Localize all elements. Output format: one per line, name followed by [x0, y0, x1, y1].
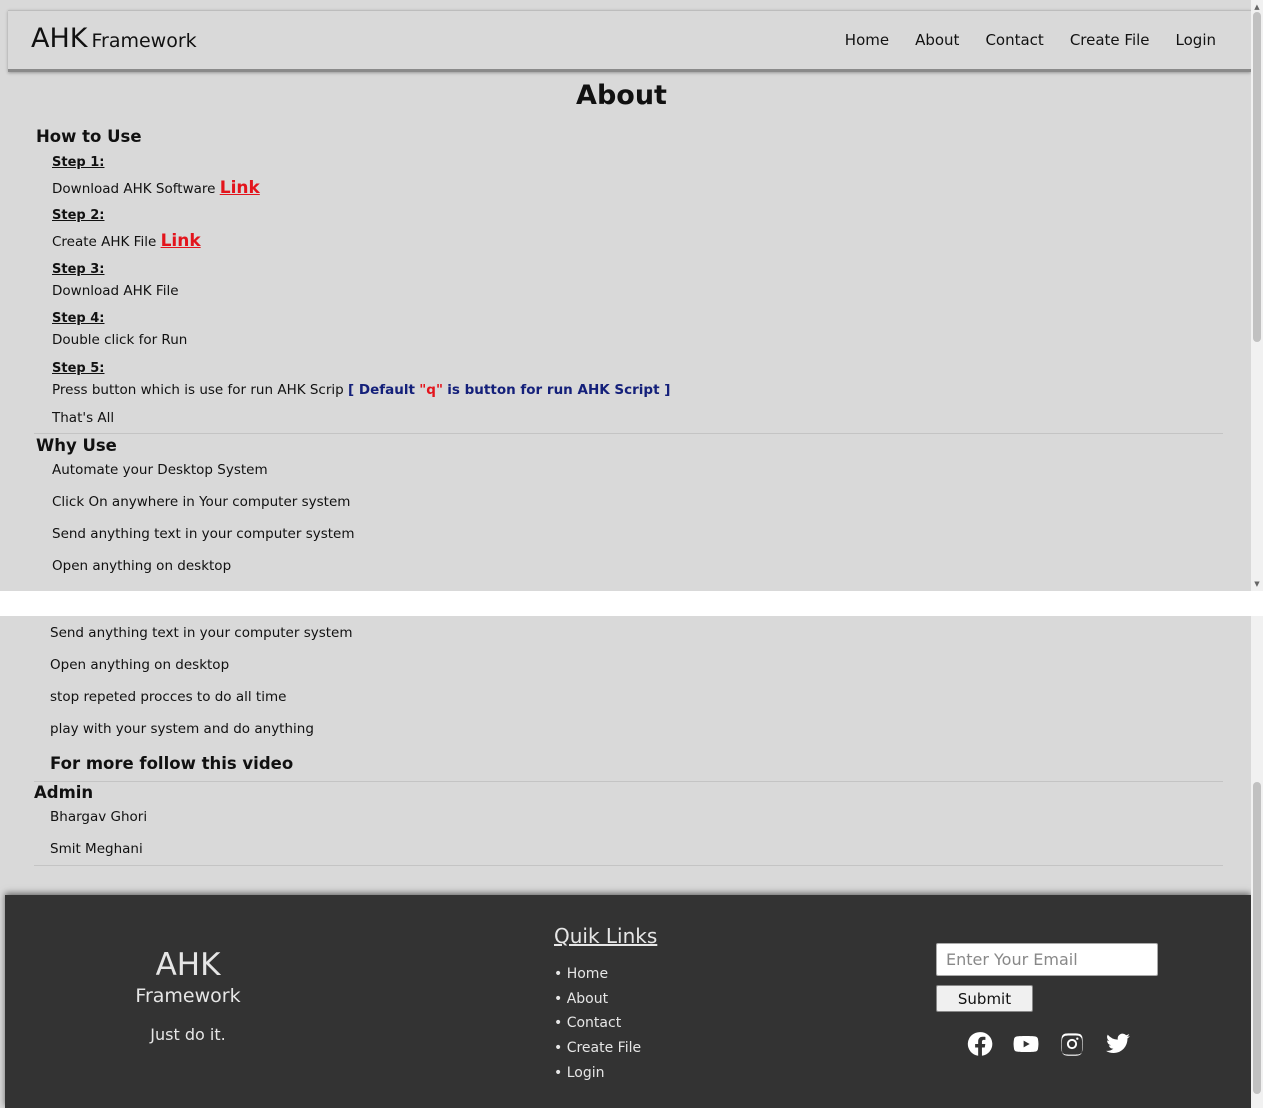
step-3-label: Step 3: — [52, 262, 105, 277]
download-software-link[interactable]: Link — [220, 178, 260, 198]
why-item: stop repeted procces to do all time — [50, 689, 287, 705]
nav-create-file[interactable]: Create File — [1070, 31, 1150, 49]
thats-all-text: That's All — [52, 410, 115, 426]
footer-link-create-file[interactable]: • Create File — [554, 1040, 657, 1065]
step-5-note-open: [ Default — [348, 382, 415, 398]
footer-link-about[interactable]: • About — [554, 991, 657, 1016]
step-2-desc: Create AHK File — [52, 234, 157, 250]
social-icons — [967, 1031, 1131, 1057]
youtube-icon[interactable] — [1013, 1031, 1039, 1057]
page-title: About — [576, 80, 667, 111]
divider — [34, 781, 1223, 782]
submit-button[interactable]: Submit — [936, 985, 1033, 1012]
brand-sub: Framework — [91, 30, 197, 52]
why-item: Send anything text in your computer syst… — [52, 526, 355, 542]
nav-menu: Home About Contact Create File Login — [845, 31, 1216, 49]
twitter-icon[interactable] — [1105, 1031, 1131, 1057]
scroll-up-arrow[interactable]: ▲ — [1251, 2, 1263, 12]
why-item: Send anything text in your computer syst… — [50, 625, 353, 641]
admin-title: Admin — [34, 783, 94, 802]
nav-contact[interactable]: Contact — [985, 31, 1043, 49]
footer-link-home[interactable]: • Home — [554, 966, 657, 991]
step-5-label: Step 5: — [52, 361, 105, 376]
how-to-use-title: How to Use — [36, 127, 142, 146]
scroll-down-arrow[interactable]: ▼ — [1251, 579, 1263, 589]
nav-about[interactable]: About — [915, 31, 959, 49]
scrollbar-bottom[interactable] — [1251, 616, 1263, 1108]
video-heading: For more follow this video — [50, 754, 294, 773]
brand-name: AHK — [31, 23, 88, 54]
step-1-label: Step 1: — [52, 155, 105, 170]
footer: AHK Framework Just do it. Quik Links • H… — [5, 895, 1251, 1108]
footer-brand-sub: Framework — [135, 985, 241, 1007]
page-viewport-top: AHK Framework Home About Contact Create F… — [0, 0, 1263, 591]
footer-tagline: Just do it. — [150, 1025, 226, 1044]
scrollbar-thumb[interactable] — [1253, 12, 1261, 342]
step-5-note-close: is button for run AHK Script ] — [447, 382, 671, 398]
step-2-label: Step 2: — [52, 208, 105, 223]
step-4-label: Step 4: — [52, 311, 105, 326]
why-item: Open anything on desktop — [50, 657, 230, 673]
admin-name: Bhargav Ghori — [50, 809, 148, 825]
why-item: Open anything on desktop — [52, 558, 232, 574]
scrollbar-top[interactable]: ▲ ▼ — [1251, 0, 1263, 591]
instagram-icon[interactable] — [1059, 1031, 1085, 1057]
quick-links: Quik Links • Home • About • Contact • Cr… — [554, 924, 657, 1089]
step-5-text: Press button which is use for run AHK Sc… — [52, 382, 670, 398]
why-item: Click On anywhere in Your computer syste… — [52, 494, 351, 510]
step-3-text: Download AHK File — [52, 283, 179, 299]
step-4-text: Double click for Run — [52, 332, 188, 348]
why-item: Automate your Desktop System — [52, 462, 268, 478]
footer-link-contact[interactable]: • Contact — [554, 1015, 657, 1040]
page-viewport-bottom: Send anything text in your computer syst… — [0, 616, 1263, 1108]
footer-link-login[interactable]: • Login — [554, 1065, 657, 1090]
brand-logo[interactable]: AHK Framework — [31, 23, 197, 54]
footer-brand: AHK Framework Just do it. — [5, 947, 371, 1044]
step-1-desc: Download AHK Software — [52, 181, 216, 197]
navbar: AHK Framework Home About Contact Create F… — [8, 10, 1251, 72]
step-5-desc: Press button which is use for run AHK Sc… — [52, 382, 344, 398]
divider — [34, 433, 1223, 434]
facebook-icon[interactable] — [967, 1031, 993, 1057]
admin-name: Smit Meghani — [50, 841, 143, 857]
why-use-title: Why Use — [36, 436, 117, 455]
email-input[interactable] — [936, 943, 1158, 976]
nav-login[interactable]: Login — [1176, 31, 1216, 49]
nav-home[interactable]: Home — [845, 31, 889, 49]
scrollbar-thumb[interactable] — [1253, 782, 1261, 1094]
step-5-note-key: "q" — [419, 382, 443, 398]
step-1-text: Download AHK Software Link — [52, 178, 260, 198]
quick-links-title[interactable]: Quik Links — [554, 924, 657, 948]
create-file-link[interactable]: Link — [161, 231, 201, 251]
footer-brand-name: AHK — [155, 947, 221, 983]
step-2-text: Create AHK File Link — [52, 231, 201, 251]
why-item: play with your system and do anything — [50, 721, 314, 737]
subscribe-form: Submit — [936, 943, 1158, 1012]
divider — [34, 865, 1223, 866]
